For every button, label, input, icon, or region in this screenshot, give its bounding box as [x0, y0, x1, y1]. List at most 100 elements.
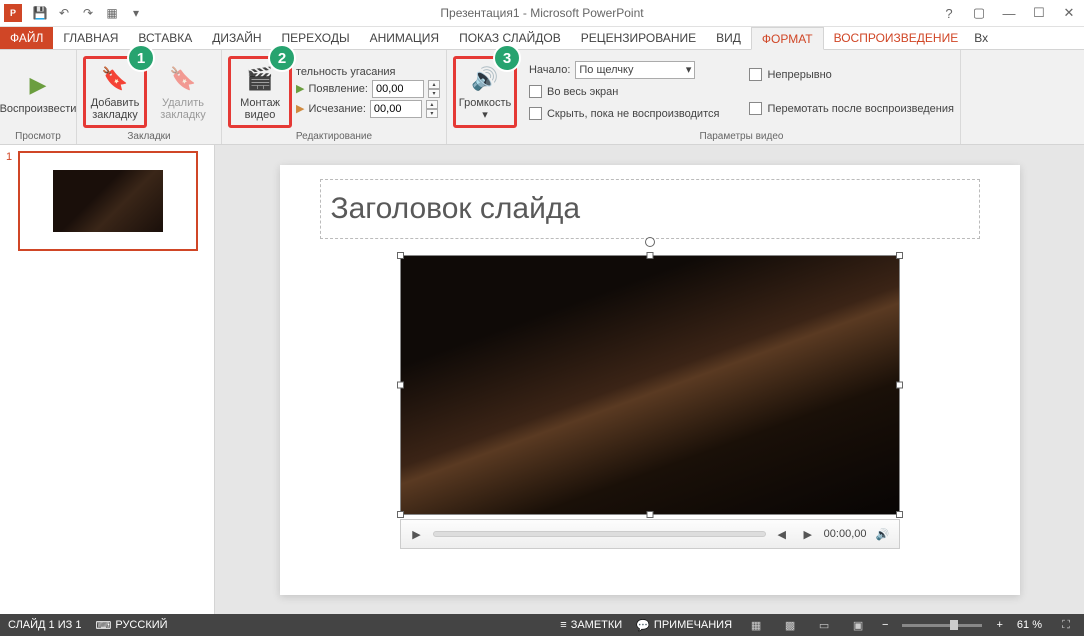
- ribbon-options-icon[interactable]: ▢: [964, 3, 994, 23]
- slide-editor[interactable]: Заголовок слайда ▶ ◀: [215, 145, 1084, 614]
- tab-review[interactable]: РЕЦЕНЗИРОВАНИЕ: [571, 27, 706, 49]
- tab-file[interactable]: ФАЙЛ: [0, 27, 53, 49]
- language-icon: ⌨: [95, 619, 111, 632]
- rotate-handle[interactable]: [645, 237, 655, 247]
- fade-in-input[interactable]: [372, 80, 424, 98]
- vc-step-forward-icon[interactable]: ▶: [798, 524, 818, 544]
- callout-2: 2: [268, 44, 296, 72]
- handle-e[interactable]: [896, 382, 903, 389]
- zoom-thumb[interactable]: [950, 620, 958, 630]
- handle-s[interactable]: [646, 511, 653, 518]
- group-label-bookmarks: Закладки: [127, 131, 170, 144]
- loop-checkbox[interactable]: [749, 68, 762, 81]
- fade-out-icon: ▶: [296, 102, 304, 115]
- ribbon-group-volume: 3 🔊 Громкость▾: [447, 50, 523, 144]
- tab-view[interactable]: ВИД: [706, 27, 751, 49]
- status-bar: СЛАЙД 1 ИЗ 1 ⌨РУССКИЙ ≡ЗАМЕТКИ 💬ПРИМЕЧАН…: [0, 614, 1084, 636]
- zoom-slider[interactable]: [902, 624, 982, 627]
- handle-w[interactable]: [397, 382, 404, 389]
- minimize-icon[interactable]: —: [994, 3, 1024, 23]
- zoom-level[interactable]: 61 %: [1017, 619, 1042, 631]
- thumb-video-preview: [53, 170, 163, 232]
- zoom-in-button[interactable]: +: [996, 619, 1002, 631]
- handle-n[interactable]: [646, 252, 653, 259]
- callout-1: 1: [127, 44, 155, 72]
- qat-dropdown-icon[interactable]: ▾: [126, 3, 146, 23]
- tab-home[interactable]: ГЛАВНАЯ: [53, 27, 128, 49]
- ribbon: ▶ Воспроизвести Просмотр 1 🔖 Добавитьзак…: [0, 50, 1084, 145]
- reading-view-icon[interactable]: ▭: [814, 617, 834, 633]
- powerpoint-icon: P: [4, 4, 22, 22]
- handle-sw[interactable]: [397, 511, 404, 518]
- fullscreen-label: Во весь экран: [547, 86, 618, 98]
- handle-nw[interactable]: [397, 252, 404, 259]
- fade-in-icon: ▶: [296, 82, 304, 95]
- group-label-editing: Редактирование: [296, 131, 372, 144]
- group-label-video-options: Параметры видео: [700, 131, 784, 144]
- comments-button[interactable]: 💬ПРИМЕЧАНИЯ: [636, 619, 732, 632]
- hide-label: Скрыть, пока не воспроизводится: [547, 108, 719, 120]
- play-icon: ▶: [22, 69, 54, 101]
- fade-out-down[interactable]: ▾: [426, 109, 438, 118]
- fade-in-label: Появление:: [308, 83, 368, 95]
- undo-icon[interactable]: ↶: [54, 3, 74, 23]
- window-title: Презентация1 - Microsoft PowerPoint: [440, 6, 643, 20]
- help-icon[interactable]: ?: [934, 3, 964, 23]
- fit-to-window-icon[interactable]: ⛶: [1056, 617, 1076, 633]
- slide: Заголовок слайда ▶ ◀: [280, 165, 1020, 595]
- video-frame[interactable]: [400, 255, 900, 515]
- tab-animation[interactable]: АНИМАЦИЯ: [360, 27, 449, 49]
- notes-icon: ≡: [560, 619, 566, 631]
- zoom-out-button[interactable]: −: [882, 619, 888, 631]
- slide-thumbnail[interactable]: [18, 151, 198, 251]
- thumb-number: 1: [6, 151, 12, 251]
- ribbon-group-video-options: Начало: По щелчку▾ Во весь экран Скрыть,…: [523, 50, 961, 144]
- chevron-down-icon: ▾: [686, 63, 692, 76]
- normal-view-icon[interactable]: ▦: [746, 617, 766, 633]
- fade-out-input[interactable]: [370, 100, 422, 118]
- title-placeholder[interactable]: Заголовок слайда: [320, 179, 980, 239]
- slideshow-view-icon[interactable]: ▣: [848, 617, 868, 633]
- start-label: Начало:: [529, 64, 570, 76]
- vc-time: 00:00,00: [824, 528, 867, 540]
- hide-checkbox[interactable]: [529, 107, 542, 120]
- tab-format[interactable]: ФОРМАТ: [751, 27, 824, 50]
- loop-label: Непрерывно: [767, 69, 831, 81]
- start-select[interactable]: По щелчку▾: [575, 61, 695, 79]
- close-icon[interactable]: ✕: [1054, 3, 1084, 23]
- thumbnail-panel: 1: [0, 145, 215, 614]
- notes-button[interactable]: ≡ЗАМЕТКИ: [560, 619, 622, 631]
- language-button[interactable]: ⌨РУССКИЙ: [95, 619, 167, 632]
- start-from-beginning-icon[interactable]: ▦: [102, 3, 122, 23]
- vc-volume-icon[interactable]: 🔊: [873, 524, 893, 544]
- handle-se[interactable]: [896, 511, 903, 518]
- vc-play-icon[interactable]: ▶: [407, 524, 427, 544]
- fade-duration-label: тельность угасания: [296, 66, 440, 78]
- play-button[interactable]: ▶ Воспроизвести: [6, 56, 70, 128]
- group-label-preview: Просмотр: [15, 131, 61, 144]
- bookmark-remove-icon: 🔖: [167, 63, 199, 95]
- window-controls: ? ▢ — ☐ ✕: [934, 3, 1084, 23]
- comments-icon: 💬: [636, 619, 650, 632]
- quick-access-toolbar: 💾 ↶ ↷ ▦ ▾: [30, 3, 146, 23]
- fade-in-up[interactable]: ▴: [428, 80, 440, 89]
- tab-overflow[interactable]: Вх: [968, 27, 994, 49]
- rewind-checkbox[interactable]: [749, 102, 762, 115]
- sorter-view-icon[interactable]: ▩: [780, 617, 800, 633]
- vc-track[interactable]: [433, 531, 766, 537]
- title-bar: P 💾 ↶ ↷ ▦ ▾ Презентация1 - Microsoft Pow…: [0, 0, 1084, 27]
- maximize-icon[interactable]: ☐: [1024, 3, 1054, 23]
- rewind-label: Перемотать после воспроизведения: [767, 103, 954, 115]
- handle-ne[interactable]: [896, 252, 903, 259]
- ribbon-group-bookmarks: 1 🔖 Добавитьзакладку 🔖 Удалитьзакладку З…: [77, 50, 222, 144]
- tab-design[interactable]: ДИЗАЙН: [202, 27, 271, 49]
- save-icon[interactable]: 💾: [30, 3, 50, 23]
- redo-icon[interactable]: ↷: [78, 3, 98, 23]
- tab-playback[interactable]: ВОСПРОИЗВЕДЕНИЕ: [824, 27, 969, 49]
- fade-out-up[interactable]: ▴: [426, 100, 438, 109]
- fullscreen-checkbox[interactable]: [529, 85, 542, 98]
- fade-in-down[interactable]: ▾: [428, 89, 440, 98]
- video-object[interactable]: ▶ ◀ ▶ 00:00,00 🔊: [400, 255, 900, 555]
- ribbon-group-preview: ▶ Воспроизвести Просмотр: [0, 50, 77, 144]
- vc-step-back-icon[interactable]: ◀: [772, 524, 792, 544]
